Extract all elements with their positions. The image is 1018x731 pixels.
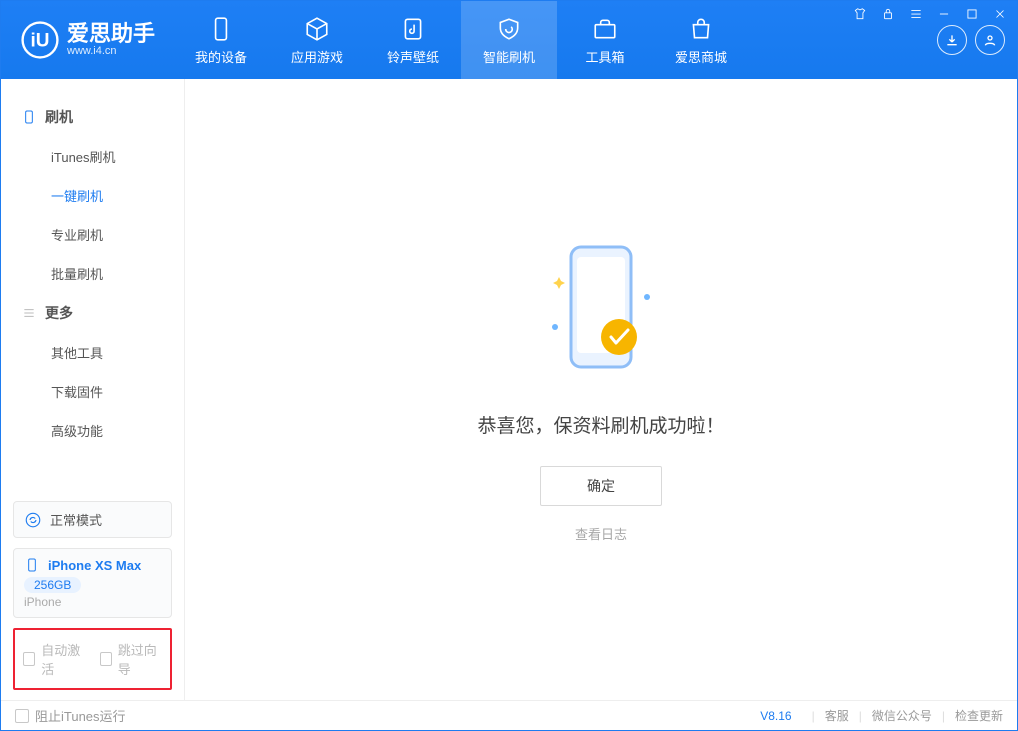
window-titlebar <box>851 5 1009 23</box>
version-label: V8.16 <box>760 709 791 723</box>
download-button[interactable] <box>937 25 967 55</box>
tab-label: 智能刷机 <box>483 47 535 66</box>
tab-toolbox[interactable]: 工具箱 <box>557 1 653 79</box>
phone-icon <box>207 15 235 43</box>
sidebar-item-other-tools[interactable]: 其他工具 <box>1 333 184 372</box>
support-link[interactable]: 客服 <box>825 707 849 724</box>
checkbox-skip-guide[interactable]: 跳过向导 <box>100 640 163 678</box>
tab-label: 工具箱 <box>586 47 625 66</box>
tab-label: 应用游戏 <box>291 47 343 66</box>
tab-label: 爱思商城 <box>675 47 727 66</box>
app-body: 刷机 iTunes刷机 一键刷机 专业刷机 批量刷机 更多 其他工具 下载固件 … <box>1 79 1017 700</box>
tab-my-device[interactable]: 我的设备 <box>173 1 269 79</box>
tab-label: 铃声壁纸 <box>387 47 439 66</box>
checkbox-auto-activate[interactable]: 自动激活 <box>23 640 86 678</box>
status-bar: 阻止iTunes运行 V8.16 | 客服 | 微信公众号 | 检查更新 <box>1 700 1017 730</box>
toolbox-icon <box>591 15 619 43</box>
sidebar-item-download-firmware[interactable]: 下载固件 <box>1 372 184 411</box>
checkbox-icon <box>100 652 112 666</box>
mode-card[interactable]: 正常模式 <box>13 501 172 538</box>
checkbox-label: 自动激活 <box>41 640 85 678</box>
cube-icon <box>303 15 331 43</box>
music-file-icon <box>399 15 427 43</box>
phone-icon <box>21 109 37 125</box>
sidebar-section-flash: 刷机 <box>1 97 184 137</box>
wechat-link[interactable]: 微信公众号 <box>872 707 932 724</box>
sidebar-section-label: 刷机 <box>45 107 73 127</box>
svg-text:iU: iU <box>31 30 50 51</box>
brand-logo[interactable]: iU 爱思助手 www.i4.cn <box>1 1 173 79</box>
device-storage-badge: 256GB <box>24 577 81 593</box>
header-tabs: 我的设备 应用游戏 铃声壁纸 智能刷机 工具箱 爱思商城 <box>173 1 749 79</box>
mode-label: 正常模式 <box>50 510 102 529</box>
checkbox-block-itunes[interactable]: 阻止iTunes运行 <box>15 706 126 725</box>
tab-smart-flash[interactable]: 智能刷机 <box>461 1 557 79</box>
close-button[interactable] <box>991 5 1009 23</box>
checkbox-icon <box>15 709 29 723</box>
sidebar: 刷机 iTunes刷机 一键刷机 专业刷机 批量刷机 更多 其他工具 下载固件 … <box>1 79 185 700</box>
sidebar-section-more: 更多 <box>1 293 184 333</box>
sidebar-item-batch-flash[interactable]: 批量刷机 <box>1 254 184 293</box>
list-icon <box>21 305 37 321</box>
checkbox-icon <box>23 652 35 666</box>
sidebar-item-oneclick-flash[interactable]: 一键刷机 <box>1 176 184 215</box>
device-name: iPhone XS Max <box>48 558 141 573</box>
phone-icon <box>24 557 40 573</box>
app-subtitle: www.i4.cn <box>67 45 155 57</box>
sidebar-item-pro-flash[interactable]: 专业刷机 <box>1 215 184 254</box>
highlighted-options: 自动激活 跳过向导 <box>13 628 172 690</box>
main-content: 恭喜您，保资料刷机成功啦！ 确定 查看日志 <box>185 79 1017 700</box>
shirt-icon[interactable] <box>851 5 869 23</box>
tab-store[interactable]: 爱思商城 <box>653 1 749 79</box>
lock-icon[interactable] <box>879 5 897 23</box>
sidebar-item-itunes-flash[interactable]: iTunes刷机 <box>1 137 184 176</box>
bag-icon <box>687 15 715 43</box>
tab-ringtone-wallpaper[interactable]: 铃声壁纸 <box>365 1 461 79</box>
app-title: 爱思助手 <box>67 23 155 45</box>
sidebar-item-advanced[interactable]: 高级功能 <box>1 411 184 450</box>
app-window: iU 爱思助手 www.i4.cn 我的设备 应用游戏 铃声壁纸 智能刷机 <box>0 0 1018 731</box>
confirm-button[interactable]: 确定 <box>540 466 662 506</box>
menu-icon[interactable] <box>907 5 925 23</box>
checkbox-label: 阻止iTunes运行 <box>35 706 126 725</box>
refresh-shield-icon <box>495 15 523 43</box>
success-message: 恭喜您，保资料刷机成功啦！ <box>477 411 724 438</box>
tab-label: 我的设备 <box>195 47 247 66</box>
tab-apps-games[interactable]: 应用游戏 <box>269 1 365 79</box>
view-log-link[interactable]: 查看日志 <box>575 524 627 543</box>
sync-icon <box>24 511 42 529</box>
check-update-link[interactable]: 检查更新 <box>955 707 1003 724</box>
maximize-button[interactable] <box>963 5 981 23</box>
success-illustration <box>541 237 661 387</box>
device-type: iPhone <box>24 595 161 609</box>
sidebar-section-label: 更多 <box>45 303 73 323</box>
checkbox-label: 跳过向导 <box>118 640 162 678</box>
device-card[interactable]: iPhone XS Max 256GB iPhone <box>13 548 172 618</box>
minimize-button[interactable] <box>935 5 953 23</box>
account-button[interactable] <box>975 25 1005 55</box>
